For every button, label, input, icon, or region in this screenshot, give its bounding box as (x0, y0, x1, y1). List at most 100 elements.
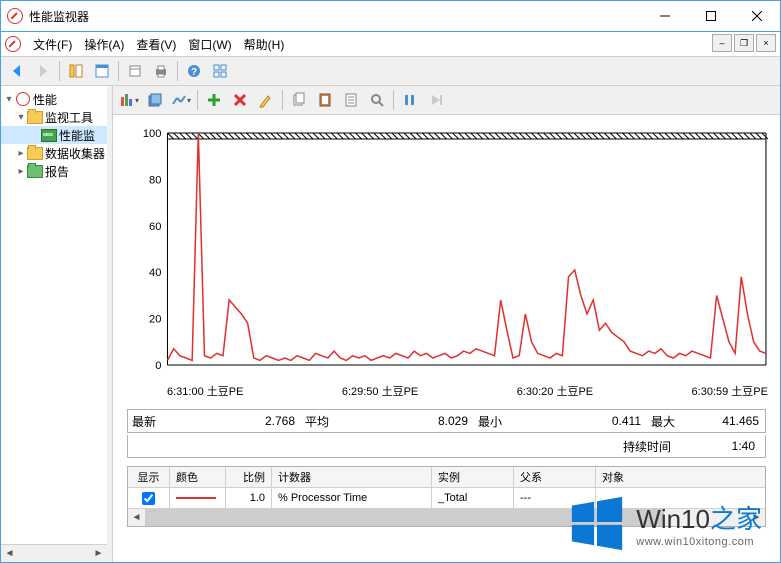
zoom-button[interactable] (365, 88, 389, 112)
title-bar[interactable]: 性能监视器 (1, 1, 780, 32)
x-tick-label: 6:30:20 土豆PE (517, 383, 593, 399)
properties-button[interactable] (90, 59, 114, 83)
x-tick-label: 6:31:00 土豆PE (167, 383, 243, 399)
scroll-left-icon[interactable]: ◄ (128, 509, 145, 526)
help-button[interactable]: ? (182, 59, 206, 83)
menu-action[interactable]: 操作(A) (78, 34, 130, 55)
tree-label: 性能 (33, 91, 57, 108)
stat-max-value: 41.465 (679, 414, 765, 428)
svg-text:100: 100 (143, 129, 162, 140)
stat-max-label: 最大 (647, 413, 679, 430)
tree-root-performance[interactable]: ▾ 性能 (1, 90, 107, 108)
col-instance[interactable]: 实例 (432, 467, 514, 487)
folder-icon (27, 109, 43, 125)
stat-last-label: 最新 (128, 413, 160, 430)
menu-file[interactable]: 文件(F) (27, 34, 78, 55)
stat-duration-value: 1:40 (675, 439, 765, 453)
navigation-pane: ▾ 性能 ▾ 监视工具 性能监 ▸ 数据收集器 (1, 86, 107, 562)
stat-duration-label: 持续时间 (619, 438, 675, 455)
counter-row[interactable]: 1.0 % Processor Time _Total --- (128, 488, 765, 508)
counter-name: % Processor Time (272, 488, 432, 508)
window-title: 性能监视器 (29, 8, 642, 25)
counter-scrollbar[interactable]: ◄ ► (128, 508, 765, 526)
x-axis-labels: 6:31:00 土豆PE 6:29:50 土豆PE 6:30:20 土豆PE 6… (167, 383, 770, 399)
counter-parent: --- (514, 488, 596, 508)
monitor-icon (41, 127, 57, 143)
menu-help[interactable]: 帮助(H) (238, 34, 291, 55)
menu-window[interactable]: 窗口(W) (182, 34, 237, 55)
mdi-controls: – ❐ × (712, 34, 776, 52)
paste-button[interactable] (313, 88, 337, 112)
app-window: 性能监视器 文件(F) 操作(A) 查看(V) 窗口(W) 帮助(H) – ❐ … (0, 0, 781, 563)
perf-root-icon (15, 91, 31, 107)
stat-min-label: 最小 (474, 413, 506, 430)
performance-chart[interactable]: 020406080100 (123, 129, 770, 379)
print-button[interactable] (149, 59, 173, 83)
highlight-button[interactable] (254, 88, 278, 112)
counter-show-checkbox[interactable] (142, 492, 155, 505)
scroll-right-icon[interactable]: ► (90, 545, 107, 562)
maximize-button[interactable] (688, 1, 734, 31)
stat-last-value: 2.768 (160, 414, 301, 428)
col-parent[interactable]: 父系 (514, 467, 596, 487)
scroll-right-icon[interactable]: ► (748, 509, 765, 526)
nav-forward-button (31, 59, 55, 83)
tree-label: 性能监 (59, 127, 95, 144)
x-tick-label: 6:30:59 土豆PE (692, 383, 768, 399)
scroll-left-icon[interactable]: ◄ (1, 545, 18, 562)
col-show[interactable]: 显示 (128, 467, 170, 487)
folder-green-icon (27, 163, 43, 179)
stat-min-value: 0.411 (506, 414, 647, 428)
freeze-button[interactable] (398, 88, 422, 112)
tree-label: 数据收集器 (45, 145, 105, 162)
tree-view[interactable]: ▾ 性能 ▾ 监视工具 性能监 ▸ 数据收集器 (1, 86, 107, 544)
col-counter[interactable]: 计数器 (272, 467, 432, 487)
stats-row: 最新 2.768 平均 8.029 最小 0.411 最大 41.465 (127, 409, 766, 433)
tree-reports[interactable]: ▸ 报告 (1, 162, 107, 180)
add-counter-button[interactable] (202, 88, 226, 112)
update-button (424, 88, 448, 112)
change-graph-button[interactable]: ▾ (169, 88, 193, 112)
app-icon-small (5, 36, 21, 52)
nav-scrollbar[interactable]: ◄ ► (1, 544, 107, 562)
mdi-minimize-button[interactable]: – (712, 34, 732, 52)
col-color[interactable]: 颜色 (170, 467, 226, 487)
close-button[interactable] (734, 1, 780, 31)
svg-text:80: 80 (149, 174, 161, 186)
app-icon (7, 8, 23, 24)
tree-monitoring-tools[interactable]: ▾ 监视工具 (1, 108, 107, 126)
counter-object (596, 488, 765, 508)
menu-bar: 文件(F) 操作(A) 查看(V) 窗口(W) 帮助(H) – ❐ × (1, 32, 780, 57)
chart-toolbar: ▾ ▾ (113, 86, 780, 115)
svg-text:20: 20 (149, 314, 161, 326)
col-scale[interactable]: 比例 (226, 467, 272, 487)
counter-color-swatch (170, 488, 226, 508)
nav-back-button[interactable] (5, 59, 29, 83)
properties-chart-button[interactable] (339, 88, 363, 112)
view-log-button[interactable] (143, 88, 167, 112)
minimize-button[interactable] (642, 1, 688, 31)
stat-avg-value: 8.029 (333, 414, 474, 428)
tile-button[interactable] (208, 59, 232, 83)
delete-counter-button[interactable] (228, 88, 252, 112)
mdi-close-button[interactable]: × (756, 34, 776, 52)
main-toolbar: ? (1, 57, 780, 86)
counter-table-header[interactable]: 显示 颜色 比例 计数器 实例 父系 对象 (128, 467, 765, 488)
svg-text:60: 60 (149, 221, 161, 233)
export-button[interactable] (123, 59, 147, 83)
show-hide-tree-button[interactable] (64, 59, 88, 83)
tree-performance-monitor[interactable]: 性能监 (1, 126, 107, 144)
chart-area[interactable]: 020406080100 6:31:00 土豆PE 6:29:50 土豆PE 6… (113, 115, 780, 562)
mdi-restore-button[interactable]: ❐ (734, 34, 754, 52)
tree-label: 报告 (45, 163, 69, 180)
copy-button[interactable] (287, 88, 311, 112)
view-current-button[interactable]: ▾ (117, 88, 141, 112)
menu-view[interactable]: 查看(V) (130, 34, 182, 55)
counter-table: 显示 颜色 比例 计数器 实例 父系 对象 1.0 % Processor Ti… (127, 466, 766, 527)
svg-text:40: 40 (149, 267, 161, 279)
x-tick-label: 6:29:50 土豆PE (342, 383, 418, 399)
tree-label: 监视工具 (45, 109, 93, 126)
col-object[interactable]: 对象 (596, 467, 765, 487)
tree-data-collectors[interactable]: ▸ 数据收集器 (1, 144, 107, 162)
stats-duration-row: 持续时间 1:40 (127, 435, 766, 458)
